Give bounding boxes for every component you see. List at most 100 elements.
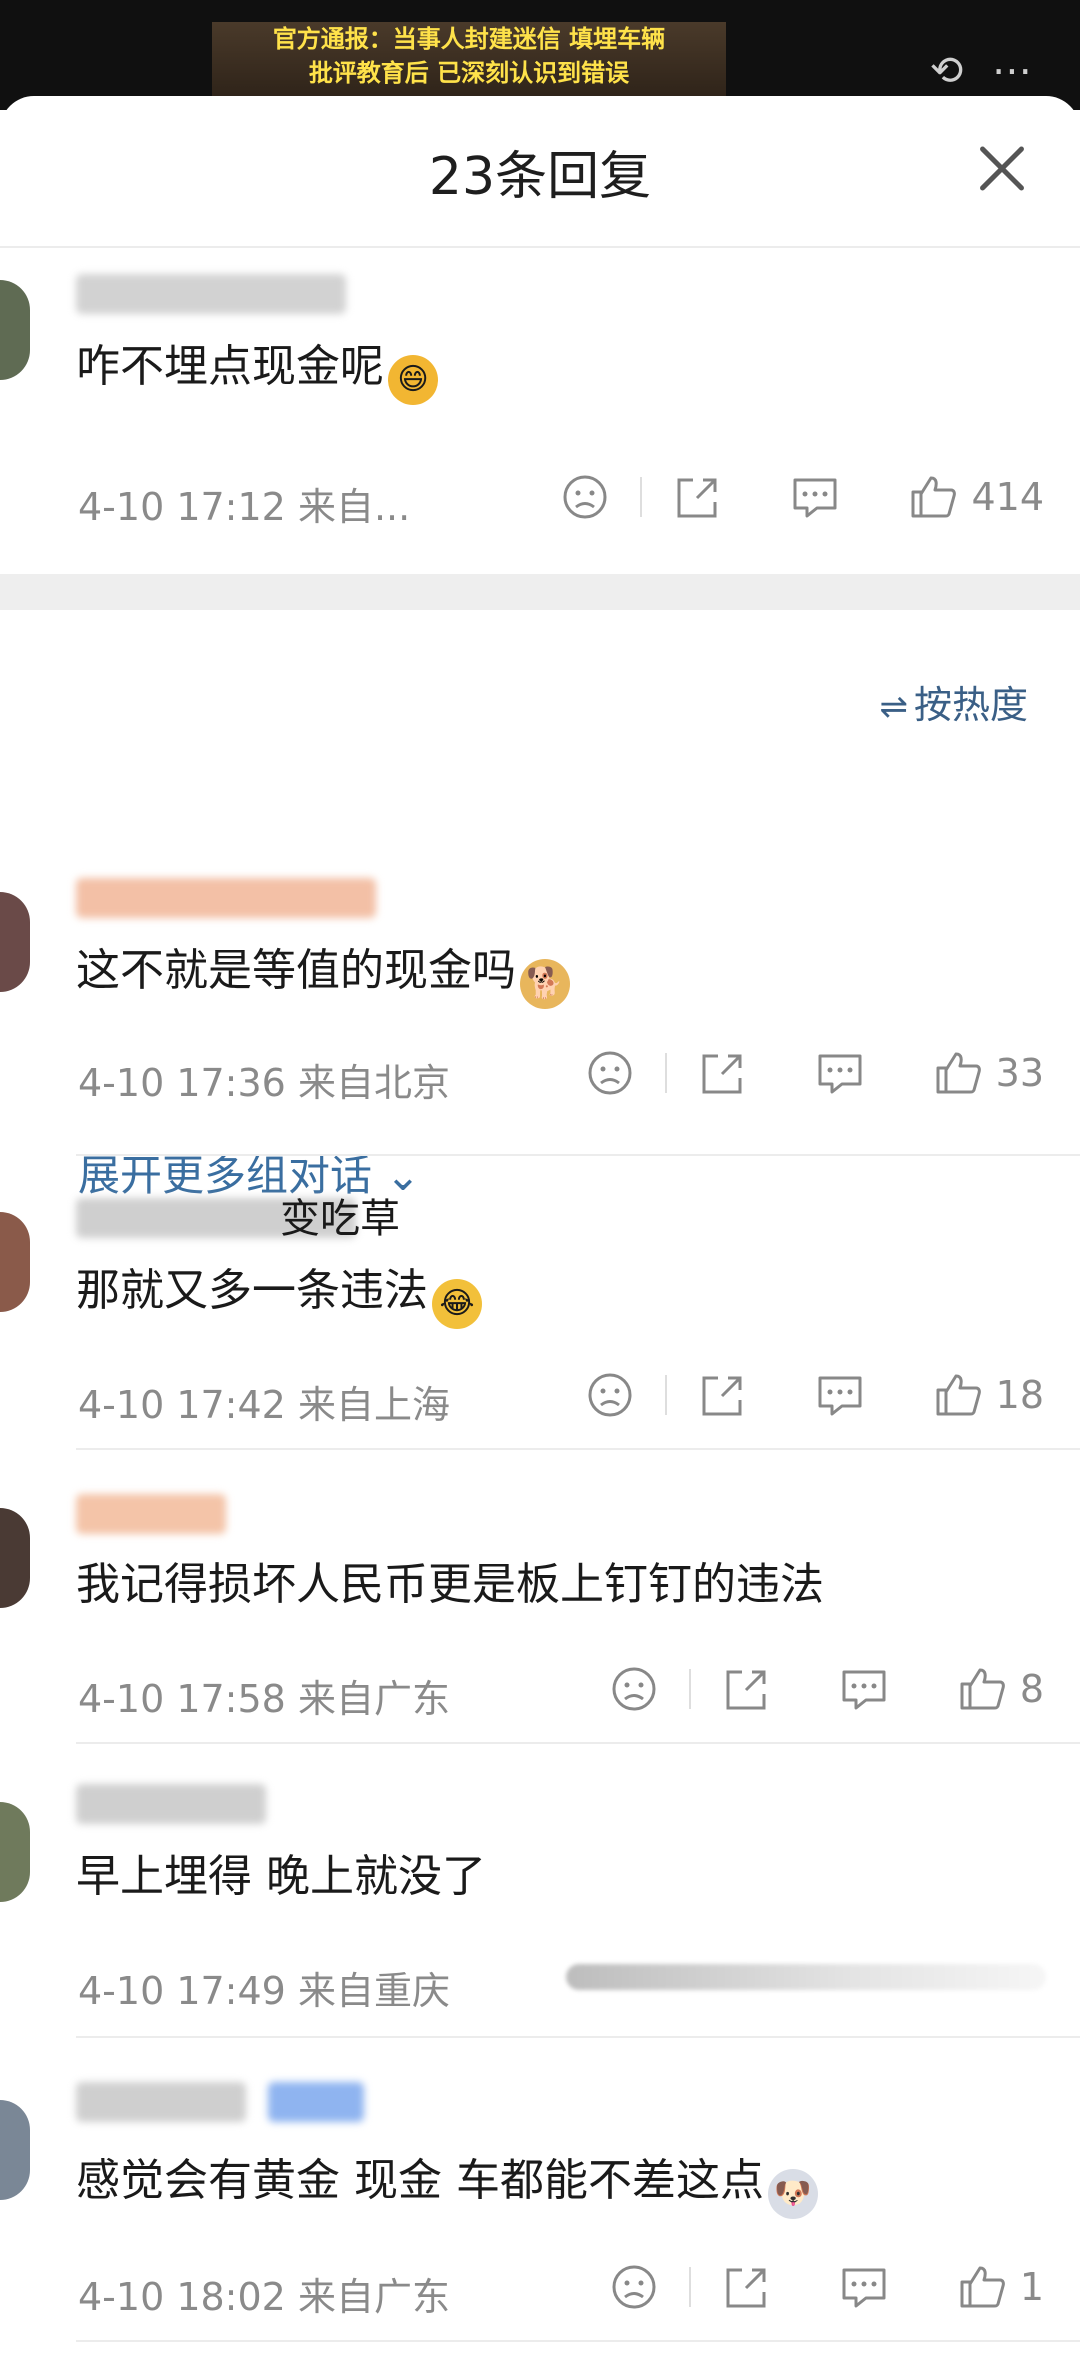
comment-actions: 33: [584, 1048, 1044, 1098]
comment-meta: 4-10 17:42 来自上海: [78, 1374, 450, 1429]
banner-line-1: 官方通报：当事人封建迷信 填埋车辆: [272, 25, 666, 53]
comment-item: 感觉会有黄金 现金 车都能不差这点 🐶 4-10 18:02 来自广东 1: [0, 2060, 1080, 2350]
share-icon[interactable]: [696, 1370, 748, 1420]
username-suffix: 变吃草: [280, 1196, 400, 1242]
like-count: 18: [995, 1373, 1044, 1417]
share-icon[interactable]: [720, 2262, 772, 2312]
comment-text-body: 这不就是等值的现金吗: [76, 945, 516, 996]
doge-emoji: 🐕: [520, 959, 570, 1009]
comment-text: 感觉会有黄金 现金 车都能不差这点 🐶: [76, 2144, 818, 2219]
share-icon[interactable]: [671, 472, 723, 522]
comment-text-body: 我记得损坏人民币更是板上钉钉的违法: [76, 1559, 824, 1610]
reply-icon[interactable]: [838, 1664, 890, 1714]
dislike-icon[interactable]: [608, 2262, 660, 2312]
username-blurred[interactable]: [76, 274, 346, 314]
action-divider: [688, 2267, 691, 2307]
reply-icon[interactable]: [814, 1048, 866, 1098]
reply-icon[interactable]: [789, 472, 841, 522]
comment-text: 我记得损坏人民币更是板上钉钉的违法: [76, 1548, 824, 1612]
comment-time: 4-10 18:02: [78, 2275, 286, 2319]
like-icon[interactable]: [956, 1664, 1008, 1714]
comment-time: 4-10 17:42: [78, 1383, 286, 1427]
like-count: 33: [995, 1051, 1044, 1095]
comment-source: 来自...: [297, 485, 411, 529]
avatar[interactable]: [0, 1212, 30, 1312]
comment-meta: 4-10 17:36 来自北京: [78, 1052, 450, 1107]
comment-source: 来自广东: [297, 1677, 450, 1721]
comment-source: 来自北京: [297, 1061, 450, 1105]
comment-actions: 414: [559, 472, 1044, 522]
comment-actions: 18: [584, 1370, 1044, 1420]
reply-icon[interactable]: [814, 1370, 866, 1420]
comment-item: 这不就是等值的现金吗 🐕 4-10 17:36 来自北京 33 展开更多组对话 ⌄: [0, 776, 1080, 1200]
like-count: 1: [1019, 2265, 1044, 2309]
video-icons: ⟲ ⋯: [929, 48, 1040, 94]
sort-label: 按热度: [913, 683, 1028, 727]
banner-line-2: 批评教育后 已深刻认识到错误: [308, 59, 630, 87]
share-icon[interactable]: [720, 1664, 772, 1714]
sheet-header: 23条回复: [0, 96, 1080, 248]
video-strip: 官方通报：当事人封建迷信 填埋车辆 批评教育后 已深刻认识到错误 ⟲ ⋯: [0, 0, 1080, 110]
husky-emoji: 🐶: [767, 2169, 818, 2219]
sort-toggle[interactable]: ⇌ 按热度: [879, 674, 1028, 729]
username-blurred[interactable]: [76, 1494, 226, 1534]
badge-blurred: [268, 2082, 364, 2122]
comment-source: 来自广东: [297, 2275, 450, 2319]
comment-meta: 4-10 17:12 来自...: [78, 476, 410, 531]
comment-item: 早上埋得 晚上就没了 4-10 17:49 来自重庆: [0, 1766, 1080, 2036]
like-icon[interactable]: [932, 1370, 984, 1420]
comment-meta: 4-10 17:58 来自广东: [78, 1668, 450, 1723]
comment-time: 4-10 17:36: [78, 1061, 286, 1105]
comment-divider: [76, 1154, 1080, 1156]
comment-meta: 4-10 18:02 来自广东: [78, 2266, 450, 2321]
share-icon[interactable]: [696, 1048, 748, 1098]
dislike-icon[interactable]: [608, 1664, 660, 1714]
comment-text-body: 感觉会有黄金 现金 车都能不差这点: [76, 2155, 764, 2206]
avatar[interactable]: [0, 2100, 30, 2200]
username-blurred[interactable]: [76, 878, 376, 918]
comment-time: 4-10 17:58: [78, 1677, 286, 1721]
comment-text: 咋不埋点现金呢 😄: [76, 330, 438, 405]
blurred-actions: [566, 1964, 1046, 1990]
comment-divider: [76, 2340, 1080, 2342]
sort-icon: ⇌: [879, 687, 908, 727]
comment-text-body: 咋不埋点现金呢: [76, 341, 384, 392]
comment-divider: [76, 1448, 1080, 1450]
comment-divider: [76, 1742, 1080, 1744]
username-blurred[interactable]: [76, 2082, 246, 2122]
comment-item: 变吃草 那就又多一条违法 😂 4-10 17:42 来自上海 18: [0, 1176, 1080, 1456]
comment-text: 这不就是等值的现金吗 🐕: [76, 934, 570, 1009]
comment-item: 我记得损坏人民币更是板上钉钉的违法 4-10 17:58 来自广东 8: [0, 1472, 1080, 1742]
comment-actions: 8: [608, 1664, 1044, 1714]
comment-text: 早上埋得 晚上就没了: [76, 1840, 486, 1904]
comment-text: 那就又多一条违法 😂: [76, 1254, 482, 1329]
avatar[interactable]: [0, 1802, 30, 1902]
dislike-icon[interactable]: [559, 472, 611, 522]
avatar[interactable]: [0, 1508, 30, 1608]
section-divider: [0, 574, 1080, 610]
avatar[interactable]: [0, 892, 30, 992]
comment-source: 来自重庆: [297, 1969, 450, 2013]
sheet-title: 23条回复: [428, 147, 652, 207]
dislike-icon[interactable]: [584, 1370, 636, 1420]
video-banner: 官方通报：当事人封建迷信 填埋车辆 批评教育后 已深刻认识到错误: [212, 22, 726, 102]
like-count: 414: [971, 475, 1044, 519]
like-count: 8: [1019, 1667, 1044, 1711]
comment-source: 来自上海: [297, 1383, 450, 1427]
comment-text-body: 那就又多一条违法: [76, 1265, 428, 1316]
username-blurred[interactable]: [76, 1784, 266, 1824]
action-divider: [664, 1375, 667, 1415]
like-icon[interactable]: [956, 2262, 1008, 2312]
like-icon[interactable]: [932, 1048, 984, 1098]
comment-meta: 4-10 17:49 来自重庆: [78, 1960, 450, 2015]
reply-icon[interactable]: [838, 2262, 890, 2312]
reply-sheet: 23条回复 咋不埋点现金呢 😄 4-10 17:12 来自... 414 ⇌ 按…: [0, 96, 1080, 2378]
comment-actions: 1: [608, 2262, 1044, 2312]
action-divider: [688, 1669, 691, 1709]
close-icon[interactable]: [976, 142, 1028, 194]
comment-time: 4-10 17:12: [78, 485, 286, 529]
action-divider: [664, 1053, 667, 1093]
like-icon[interactable]: [907, 472, 959, 522]
dislike-icon[interactable]: [584, 1048, 636, 1098]
avatar[interactable]: [0, 280, 30, 380]
